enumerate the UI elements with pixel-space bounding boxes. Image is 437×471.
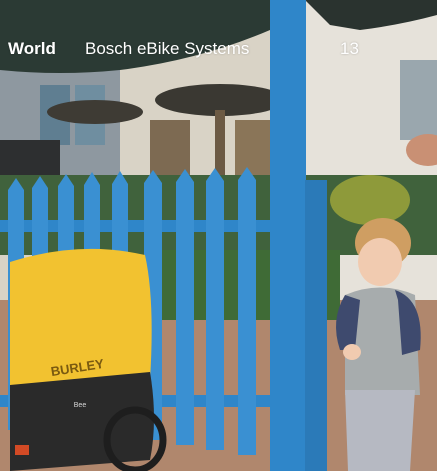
trailer-model-label: Bee	[74, 402, 87, 409]
page-number: 13	[340, 39, 359, 58]
bike-trailer-base	[10, 372, 154, 471]
blue-post-short	[305, 180, 327, 471]
page-header: World Bosch eBike Systems 13	[0, 38, 437, 60]
table-leg	[215, 110, 225, 180]
toddler-hand	[343, 344, 361, 360]
photo-kid-by-fence: BURLEY Bee	[0, 0, 437, 471]
table-top-left	[47, 100, 143, 124]
company-name: Bosch eBike Systems	[85, 39, 250, 58]
building-window	[400, 60, 437, 140]
magazine-page: BURLEY Bee World Bosch eBike Systems 13	[0, 0, 437, 471]
magazine-brand: World	[8, 39, 56, 58]
fence-picket	[176, 169, 194, 445]
plant-bush	[330, 175, 410, 225]
fence-picket	[238, 167, 256, 455]
bike-trailer-reflector	[15, 445, 29, 455]
toddler-face	[358, 238, 402, 286]
toddler-pants	[345, 390, 415, 471]
fence-picket	[206, 168, 224, 450]
